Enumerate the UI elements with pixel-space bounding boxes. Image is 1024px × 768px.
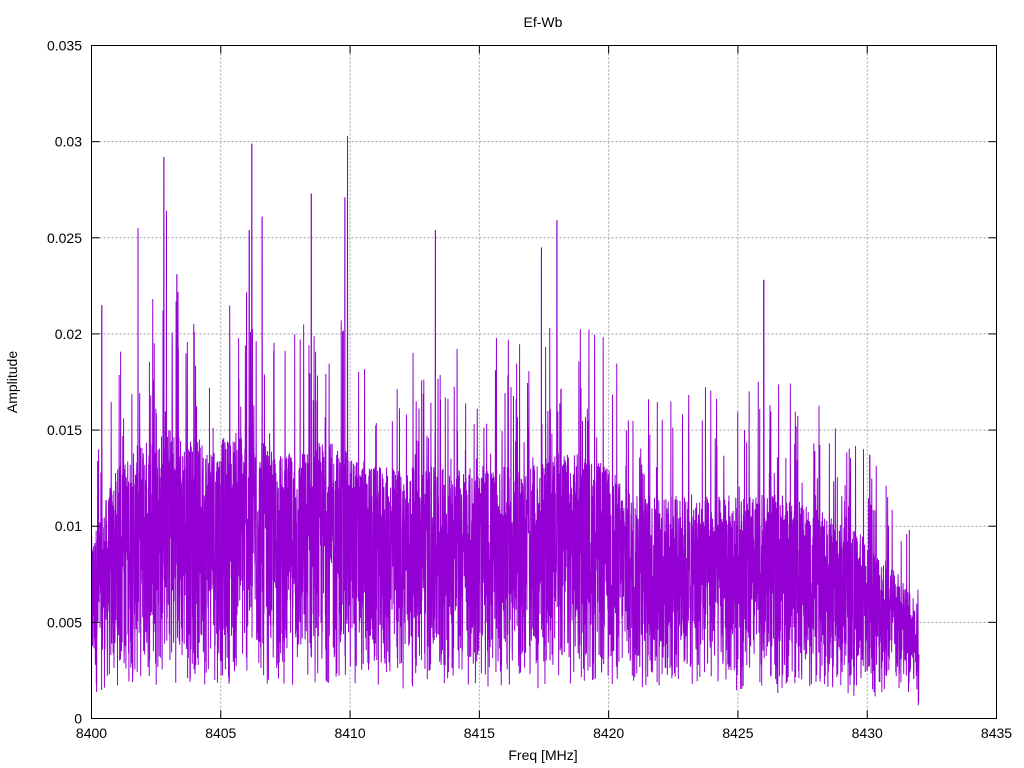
chart-title: Ef-Wb	[524, 14, 563, 30]
y-tick-label: 0.02	[55, 326, 82, 342]
spectrum-trace-segment	[530, 220, 558, 689]
x-tick-label: 8405	[205, 725, 236, 741]
spectrum-trace-segment	[323, 135, 351, 683]
x-axis-label: Freq [MHz]	[508, 747, 577, 763]
plot-area	[91, 135, 920, 706]
y-tick-label: 0.03	[55, 134, 82, 150]
spectrum-trace-segment	[401, 352, 429, 689]
spectrum-trace-segment	[168, 274, 196, 683]
spectrum-trace-segment	[582, 329, 609, 681]
spectrum-trace-segment	[814, 405, 842, 688]
spectrum-trace-segment	[194, 365, 222, 685]
spectrum-trace-segment	[375, 389, 403, 685]
y-tick-label: 0.015	[47, 422, 82, 438]
x-tick-label: 8430	[852, 725, 883, 741]
spectrum-trace-segment	[789, 383, 816, 687]
y-tick-label: 0.005	[47, 614, 82, 630]
spectrum-trace-segment	[220, 292, 248, 684]
y-tick-label: 0.01	[55, 518, 82, 534]
spectrum-trace-segment	[737, 280, 765, 689]
spectrum-trace-segment	[349, 369, 377, 684]
y-tick-label: 0	[74, 711, 82, 727]
spectrum-trace-segment	[142, 157, 170, 685]
spectrum-trace-segment	[91, 305, 118, 693]
x-tick-label: 8435	[981, 725, 1012, 741]
spectrum-trace-segment	[116, 228, 144, 686]
spectrum-trace-segment	[556, 219, 584, 684]
spectrum-trace-segment	[271, 334, 299, 685]
x-tick-label: 8425	[722, 725, 753, 741]
spectrum-trace-segment	[685, 387, 713, 684]
spectrum-trace-segment	[711, 399, 739, 691]
spectrum-trace-segment	[427, 230, 454, 684]
y-tick-label: 0.025	[47, 230, 82, 246]
spectrum-trace-segment	[633, 399, 661, 688]
spectrum-trace-segment	[504, 339, 532, 685]
x-tick-label: 8400	[76, 725, 107, 741]
spectrum-trace-segment	[452, 349, 480, 685]
spectrum-trace-segment	[659, 401, 687, 679]
spectrum-trace-segment	[840, 446, 868, 696]
spectrum-trace-segment	[892, 529, 920, 706]
x-tick-label: 8410	[334, 725, 365, 741]
spectrum-trace-segment	[607, 363, 635, 684]
spectrum-trace-segment	[866, 454, 894, 697]
spectrum-chart: 8400 8405 8410 8415 8420 8425 8430 8435 0 0.005 0.…	[4, 14, 1012, 763]
spectrum-trace-segment	[763, 279, 791, 694]
y-axis-label: Amplitude	[4, 351, 20, 413]
spectrum-trace-segment	[478, 337, 506, 687]
x-tick-label: 8420	[593, 725, 624, 741]
y-tick-label: 0.035	[47, 38, 82, 54]
x-tick-label: 8415	[464, 725, 495, 741]
spectrum-trace-segment	[246, 143, 273, 684]
